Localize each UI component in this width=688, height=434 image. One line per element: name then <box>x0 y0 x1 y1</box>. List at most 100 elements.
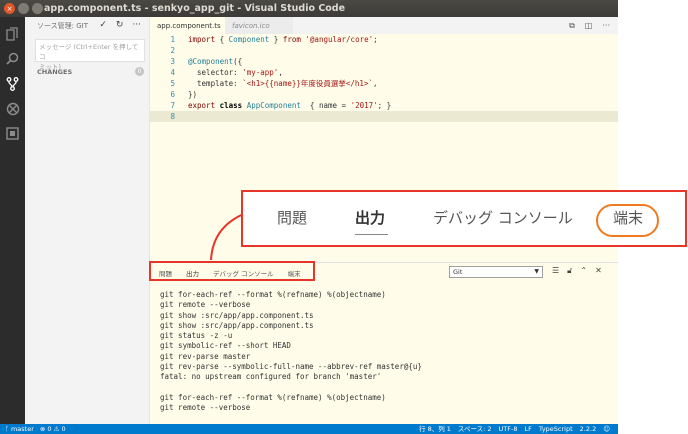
extensions-icon[interactable] <box>4 125 21 142</box>
output-line: git rev-parse --symbolic-full-name --abb… <box>160 362 422 372</box>
more-actions-icon[interactable]: ··· <box>132 20 141 30</box>
minimize-window-button[interactable] <box>18 3 29 14</box>
zoomed-panel-tabs-callout: 問題 出力 デバッグ コンソール 端末 <box>241 190 687 247</box>
line-number: 4 <box>170 68 175 77</box>
output-line: git remote --verbose <box>160 300 251 310</box>
code-token: '2017' <box>350 101 378 110</box>
line-number: 7 <box>170 101 175 110</box>
code-line[interactable]: 1 import { Component } from '@angular/cor… <box>150 34 618 45</box>
split-editor-icon[interactable]: ◫ <box>585 21 593 31</box>
changes-header[interactable]: CHANGES <box>37 68 72 76</box>
output-channel-select[interactable]: Git ▼ <box>449 266 543 278</box>
status-left: ᚴ master ⊗ 0 ⚠ 0 <box>5 424 66 434</box>
code-token: import <box>188 35 216 44</box>
line-text: }) <box>188 89 197 100</box>
output-panel: 問題 出力 デバッグ コンソール 端末 Git ▼ ☰ 🔓︎ ⌃ ✕ git f… <box>150 262 618 424</box>
maximize-window-button[interactable] <box>32 3 43 14</box>
code-token: selector: <box>188 68 243 77</box>
callout-tab-output: 出力 <box>355 209 386 227</box>
output-line: fatal: no upstream configured for branch… <box>160 372 382 382</box>
code-token: AppComponent <box>246 101 301 110</box>
open-changes-icon[interactable]: ⧉ <box>569 21 575 31</box>
debug-icon[interactable] <box>4 100 21 117</box>
code-token: }) <box>188 90 198 99</box>
panel-tools: ☰ 🔓︎ ⌃ ✕ <box>552 266 602 276</box>
sidebar-header: ソース管理: GIT ✓ ↻ ··· <box>25 17 149 35</box>
code-token: ; <box>373 35 378 44</box>
clear-output-icon[interactable]: ☰ <box>552 266 559 276</box>
code-line[interactable]: 8 <box>150 111 618 122</box>
warning-icon: ⚠ <box>53 425 62 433</box>
feedback-icon[interactable]: ☺ <box>603 424 610 434</box>
line-number: 5 <box>170 79 175 88</box>
language-mode[interactable]: TypeScript <box>539 424 573 434</box>
code-line[interactable]: 2 <box>150 45 618 56</box>
commit-message-input[interactable]: メッセージ (Ctrl+Enter を押してコ ミット) <box>35 39 145 71</box>
line-number: 1 <box>170 35 175 44</box>
branch-name: master <box>10 425 34 433</box>
files-icon[interactable] <box>4 25 21 42</box>
code-line[interactable]: 4 selector: 'my-app', <box>150 67 618 78</box>
more-actions-icon[interactable]: ··· <box>602 21 610 31</box>
line-text: selector: 'my-app', <box>188 67 283 78</box>
status-bar: ᚴ master ⊗ 0 ⚠ 0 行 8、列 1 スペース: 2 UTF-8 L… <box>0 424 618 434</box>
line-ending[interactable]: LF <box>525 424 532 434</box>
indentation[interactable]: スペース: 2 <box>458 424 492 434</box>
status-right: 行 8、列 1 スペース: 2 UTF-8 LF TypeScript 2.2.… <box>419 424 610 434</box>
lock-scroll-icon[interactable]: 🔓︎ <box>567 266 572 276</box>
sidebar-tools: ✓ ↻ ··· <box>99 20 141 30</box>
callout-tab-problems: 問題 <box>277 209 308 227</box>
code-token: class <box>219 101 243 110</box>
tab-app-component[interactable]: app.component.ts <box>150 17 225 34</box>
tab-favicon[interactable]: favicon.ico <box>225 17 293 34</box>
code-editor[interactable]: 1 import { Component } from '@angular/cor… <box>150 34 618 122</box>
encoding[interactable]: UTF-8 <box>499 424 518 434</box>
error-count: 0 <box>47 425 52 433</box>
code-line[interactable]: 7 export class AppComponent { name = '201… <box>150 100 618 111</box>
line-number: 6 <box>170 90 175 99</box>
close-window-button[interactable]: × <box>4 3 15 14</box>
code-token: ({ <box>233 57 243 66</box>
code-token: `<h1>{{name}}年度役員選挙</h1>` <box>242 79 373 88</box>
code-line[interactable]: 5 template: `<h1>{{name}}年度役員選挙</h1>`, <box>150 78 618 89</box>
warning-count: 0 <box>61 425 66 433</box>
output-line: git symbolic-ref --short HEAD <box>160 341 291 351</box>
output-line: git remote --verbose <box>160 403 251 413</box>
line-number: 8 <box>170 112 175 121</box>
code-token: { name = <box>300 101 351 110</box>
cursor-position[interactable]: 行 8、列 1 <box>419 424 451 434</box>
line-text: export class AppComponent { name = '2017… <box>188 100 391 111</box>
line-text: @Component({ <box>188 56 242 67</box>
code-token: @Component <box>188 57 234 66</box>
code-token: } <box>269 35 283 44</box>
code-token: from <box>282 35 301 44</box>
code-token: Component <box>228 35 270 44</box>
branch-indicator[interactable]: ᚴ master <box>5 424 34 434</box>
editor-tools: ⧉ ◫ ··· <box>569 21 610 31</box>
git-icon[interactable] <box>4 75 21 92</box>
maximize-panel-icon[interactable]: ⌃ <box>580 266 587 276</box>
code-token: , <box>372 79 378 88</box>
code-token: '@angular/core' <box>305 35 374 44</box>
commit-check-icon[interactable]: ✓ <box>99 20 107 30</box>
code-token: , <box>278 68 283 77</box>
close-panel-icon[interactable]: ✕ <box>595 266 602 276</box>
terminal-highlight-oval <box>596 204 659 237</box>
typescript-version[interactable]: 2.2.2 <box>580 424 597 434</box>
title-bar: × app.component.ts - senkyo_app_git - Vi… <box>0 0 618 17</box>
output-line: git for-each-ref --format %(refname) %(o… <box>160 290 386 299</box>
refresh-icon[interactable]: ↻ <box>116 20 124 30</box>
commit-placeholder-line1: メッセージ (Ctrl+Enter を押してコ <box>39 43 139 61</box>
code-line[interactable]: 6}) <box>150 89 618 100</box>
code-token: ; } <box>377 101 392 110</box>
code-token: 'my-app' <box>242 68 279 77</box>
changes-count-badge: 0 <box>135 67 144 76</box>
output-line: git status -z -u <box>160 331 233 341</box>
source-control-sidebar: ソース管理: GIT ✓ ↻ ··· メッセージ (Ctrl+Enter を押し… <box>25 17 150 424</box>
dropdown-arrow-icon: ▼ <box>534 268 539 275</box>
search-icon[interactable] <box>4 50 21 67</box>
problems-indicator[interactable]: ⊗ 0 ⚠ 0 <box>40 424 66 434</box>
callout-tab-debug-console: デバッグ コンソール <box>433 209 573 227</box>
code-line[interactable]: 3 @Component({ <box>150 56 618 67</box>
